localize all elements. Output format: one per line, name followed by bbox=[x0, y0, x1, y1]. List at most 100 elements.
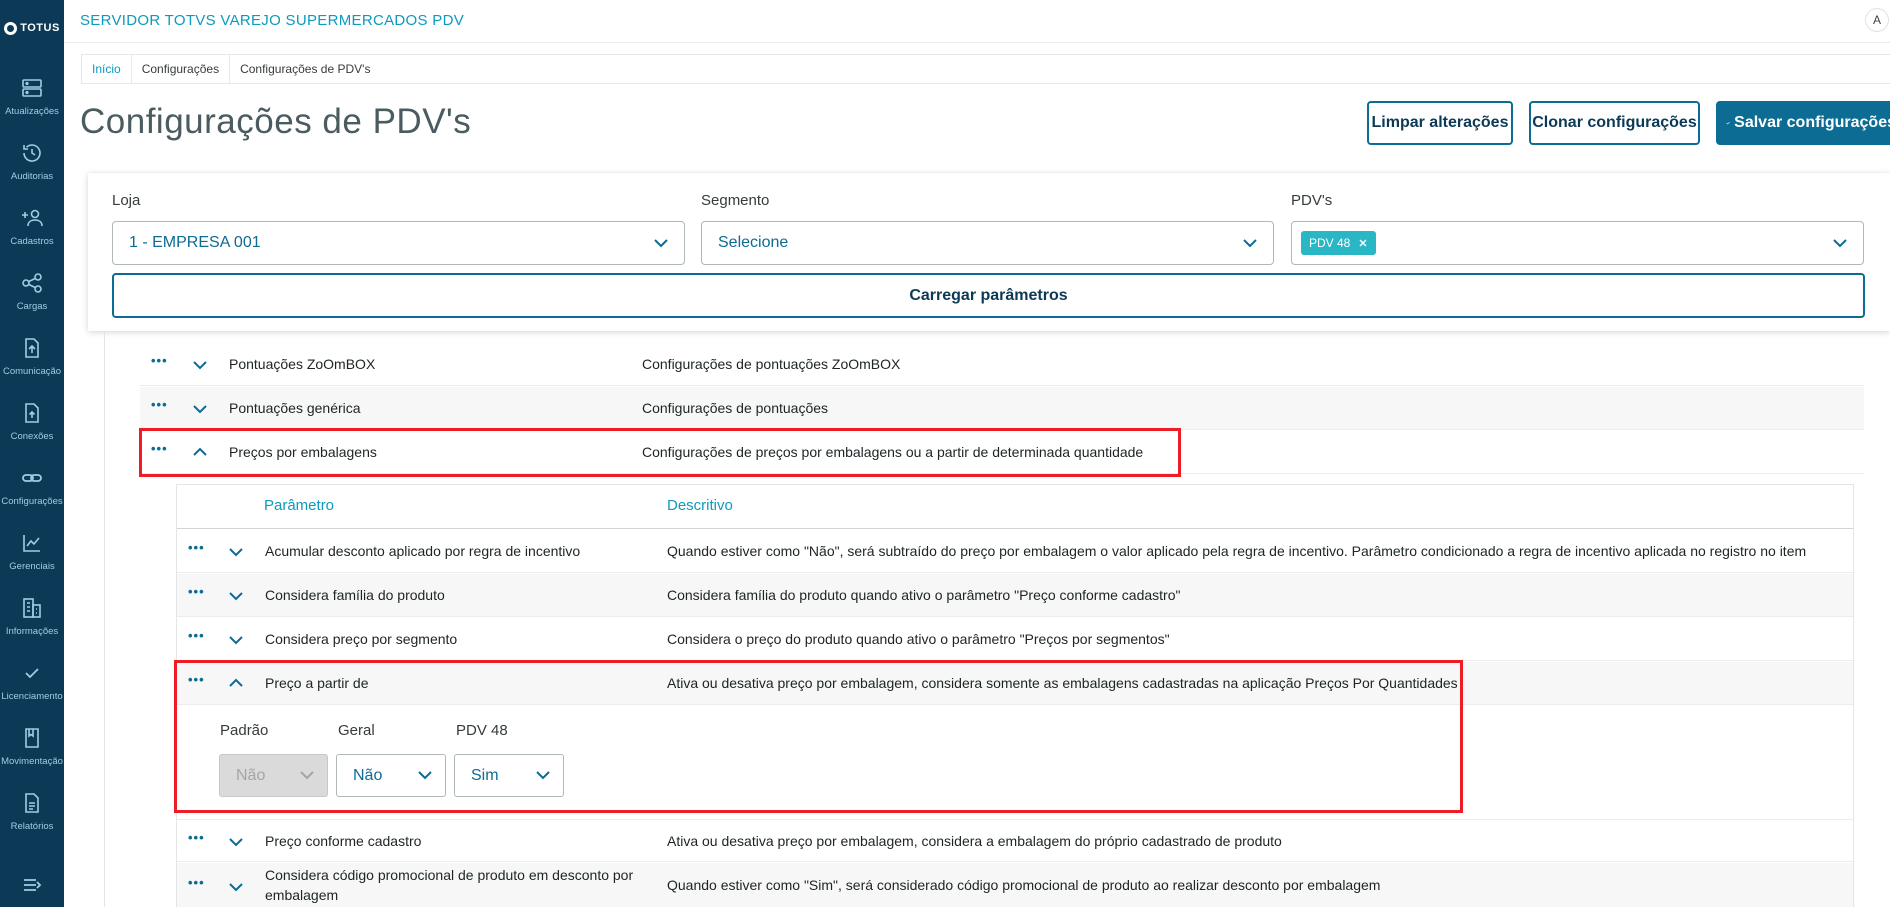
parameter-name: Preço a partir de bbox=[265, 675, 369, 691]
table-row[interactable]: ••• Acumular desconto aplicado por regra… bbox=[177, 530, 1853, 573]
general-value-label: Geral bbox=[338, 722, 375, 739]
table-row[interactable]: ••• Considera código promocional de prod… bbox=[177, 863, 1853, 907]
upload-file-icon bbox=[25, 338, 39, 358]
group-description: Configurações de pontuações ZoOmBOX bbox=[642, 356, 901, 372]
clone-settings-button[interactable]: Clonar configurações bbox=[1529, 101, 1700, 145]
more-options-icon[interactable]: ••• bbox=[188, 540, 205, 555]
sidebar: TOTUS Atualizações Auditorias Cadastros … bbox=[0, 0, 64, 907]
report-icon bbox=[25, 793, 39, 813]
sidebar-item-auditorias[interactable]: Auditorias bbox=[0, 133, 64, 197]
sidebar-item-atualizacoes[interactable]: Atualizações bbox=[0, 68, 64, 132]
sidebar-item-relatorios[interactable]: Relatórios bbox=[0, 783, 64, 847]
chevron-down-icon bbox=[654, 239, 668, 248]
chevron-down-icon[interactable] bbox=[228, 588, 244, 604]
pdv-value-label: PDV 48 bbox=[456, 722, 508, 739]
sidebar-item-label: Informações bbox=[5, 626, 59, 637]
chevron-down-icon[interactable] bbox=[228, 632, 244, 648]
store-select-value: 1 - EMPRESA 001 bbox=[129, 234, 261, 251]
parameter-name: Considera família do produto bbox=[265, 587, 445, 603]
sidebar-item-gerenciais[interactable]: Gerenciais bbox=[0, 523, 64, 587]
chevron-down-icon[interactable] bbox=[228, 834, 244, 850]
column-header-parameter: Parâmetro bbox=[264, 497, 335, 514]
segment-select-value: Selecione bbox=[718, 234, 789, 251]
parameter-name-line2: embalagem bbox=[265, 887, 339, 903]
table-row-expanded[interactable]: ••• Preço a partir de Ativa ou desativa … bbox=[177, 662, 1853, 705]
clear-changes-button[interactable]: Limpar alterações bbox=[1367, 101, 1513, 145]
group-row[interactable]: ••• Pontuações genérica Configurações de… bbox=[140, 387, 1864, 430]
parameter-name: Considera preço por segmento bbox=[265, 631, 458, 647]
more-options-icon[interactable]: ••• bbox=[188, 875, 205, 890]
table-row[interactable]: ••• Preço conforme cadastro Ativa ou des… bbox=[177, 819, 1853, 862]
close-icon[interactable] bbox=[1358, 238, 1368, 248]
chevron-down-icon bbox=[1243, 239, 1257, 248]
load-parameters-button[interactable]: Carregar parâmetros bbox=[112, 273, 1865, 318]
group-name: Pontuações genérica bbox=[229, 400, 361, 416]
sidebar-item-configuracoes[interactable]: Configurações bbox=[0, 458, 64, 522]
sidebar-item-label: Cadastros bbox=[10, 236, 54, 247]
sidebar-item-licenciamento[interactable]: Licenciamento bbox=[0, 653, 64, 717]
more-options-icon[interactable]: ••• bbox=[188, 628, 205, 643]
check-icon bbox=[25, 668, 39, 679]
filter-card: Loja 1 - EMPRESA 001 Segmento Selecione … bbox=[88, 173, 1890, 331]
pdv-multiselect[interactable]: PDV 48 bbox=[1291, 221, 1864, 265]
sidebar-item-label: Movimentação bbox=[1, 756, 63, 767]
more-options-icon[interactable]: ••• bbox=[188, 830, 205, 845]
more-options-icon[interactable]: ••• bbox=[151, 441, 168, 456]
sidebar-item-cadastros[interactable]: Cadastros bbox=[0, 198, 64, 262]
sidebar-item-label: Relatórios bbox=[10, 821, 54, 832]
chart-icon bbox=[23, 535, 40, 552]
sidebar-item-conexoes[interactable]: Conexões bbox=[0, 393, 64, 457]
page-title: Configurações de PDV's bbox=[80, 102, 472, 141]
app-title: SERVIDOR TOTVS VAREJO SUPERMERCADOS PDV bbox=[80, 12, 465, 29]
chevron-down-icon[interactable] bbox=[228, 879, 244, 895]
sidebar-item-movimentacao[interactable]: Movimentação bbox=[0, 718, 64, 782]
group-row[interactable]: ••• Pontuações ZoOmBOX Configurações de … bbox=[140, 343, 1864, 386]
collapse-menu-button[interactable] bbox=[0, 870, 64, 900]
sidebar-item-informacoes[interactable]: Informações bbox=[0, 588, 64, 652]
breadcrumb-home[interactable]: Início bbox=[82, 62, 131, 76]
chevron-down-icon[interactable] bbox=[192, 357, 208, 373]
more-options-icon[interactable]: ••• bbox=[188, 584, 205, 599]
sidebar-item-label: Gerenciais bbox=[9, 561, 55, 572]
link-icon bbox=[22, 474, 42, 482]
pdv-tag[interactable]: PDV 48 bbox=[1301, 231, 1377, 255]
add-user-icon bbox=[22, 209, 43, 227]
chevron-down-icon[interactable] bbox=[228, 544, 244, 560]
server-icon bbox=[22, 79, 42, 97]
store-label: Loja bbox=[112, 192, 141, 209]
table-row[interactable]: ••• Considera preço por segmento Conside… bbox=[177, 618, 1853, 661]
column-header-description: Descritivo bbox=[667, 497, 733, 514]
parameter-description: Quando estiver como "Não", será subtraíd… bbox=[667, 543, 1807, 559]
user-avatar[interactable]: A bbox=[1865, 8, 1889, 32]
default-value-label: Padrão bbox=[220, 722, 269, 739]
breadcrumb-configuracoes[interactable]: Configurações bbox=[132, 62, 229, 76]
chevron-down-icon[interactable] bbox=[192, 401, 208, 417]
totvs-logo[interactable]: TOTUS bbox=[0, 14, 64, 42]
segment-select[interactable]: Selecione bbox=[701, 221, 1274, 265]
more-options-icon[interactable]: ••• bbox=[151, 353, 168, 368]
more-options-icon[interactable]: ••• bbox=[151, 397, 168, 412]
store-select[interactable]: 1 - EMPRESA 001 bbox=[112, 221, 685, 265]
table-row[interactable]: ••• Considera família do produto Conside… bbox=[177, 574, 1853, 617]
sidebar-item-cargas[interactable]: Cargas bbox=[0, 263, 64, 327]
sidebar-item-label: Comunicação bbox=[2, 366, 62, 377]
default-value: Não bbox=[236, 766, 266, 784]
connection-file-icon bbox=[25, 403, 39, 423]
chevron-up-icon[interactable] bbox=[192, 444, 208, 460]
general-value-select[interactable]: Não bbox=[336, 754, 446, 797]
chevron-up-icon[interactable] bbox=[228, 675, 244, 691]
parameter-description: Ativa ou desativa preço por embalagem, c… bbox=[667, 832, 1282, 849]
more-options-icon[interactable]: ••• bbox=[188, 672, 205, 687]
breadcrumb: Início Configurações Configurações de PD… bbox=[81, 54, 1890, 84]
save-settings-label: Salvar configurações bbox=[1734, 114, 1890, 131]
chevron-down-icon bbox=[536, 771, 550, 780]
save-settings-button[interactable]: Salvar configurações bbox=[1716, 101, 1890, 145]
logo-mark-icon bbox=[4, 21, 18, 35]
group-row-expanded[interactable]: ••• Preços por embalagens Configurações … bbox=[140, 431, 1864, 474]
parameter-name: Preço conforme cadastro bbox=[265, 832, 422, 849]
pdv-value-select[interactable]: Sim bbox=[454, 754, 564, 797]
chevron-down-icon bbox=[1833, 239, 1847, 248]
building-icon bbox=[23, 598, 41, 618]
check-icon bbox=[1726, 121, 1730, 125]
sidebar-item-comunicacao[interactable]: Comunicação bbox=[0, 328, 64, 392]
